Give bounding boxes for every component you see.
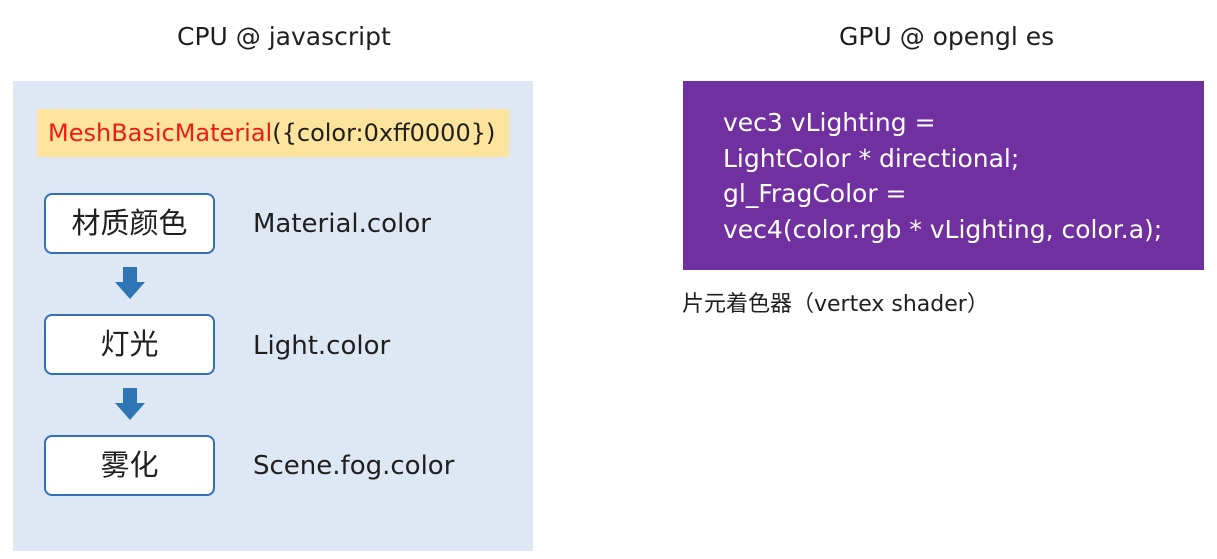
gpu-title: GPU @ opengl es [839,22,1055,51]
down-arrow-icon [115,388,145,420]
stage-fog-box: 雾化 [44,435,215,496]
cpu-panel: MeshBasicMaterial({color:0xff0000}) 材质颜色… [13,81,533,551]
stage-light-box: 灯光 [44,314,215,375]
down-arrow-icon [115,267,145,299]
stage-material-color-property: Material.color [253,209,431,239]
stage-material-color-box: 材质颜色 [44,193,215,254]
stage-light-property: Light.color [253,331,391,361]
material-class-name: MeshBasicMaterial [48,119,273,147]
stage-fog-property: Scene.fog.color [253,451,455,481]
material-args: ({color:0xff0000}) [272,119,496,147]
shader-code-line: gl_FragColor = [723,179,907,208]
cpu-title: CPU @ javascript [177,22,391,51]
shader-code-line: vec4(color.rgb * vLighting, color.a); [723,214,1163,244]
shader-code-box: vec3 vLighting = LightColor * directiona… [683,81,1204,270]
shader-code-line: LightColor * directional; [723,143,1020,173]
shader-code-line: vec3 vLighting = [723,108,936,137]
shader-caption: 片元着色器（vertex shader） [682,292,989,317]
material-constructor: MeshBasicMaterial({color:0xff0000}) [37,109,509,157]
